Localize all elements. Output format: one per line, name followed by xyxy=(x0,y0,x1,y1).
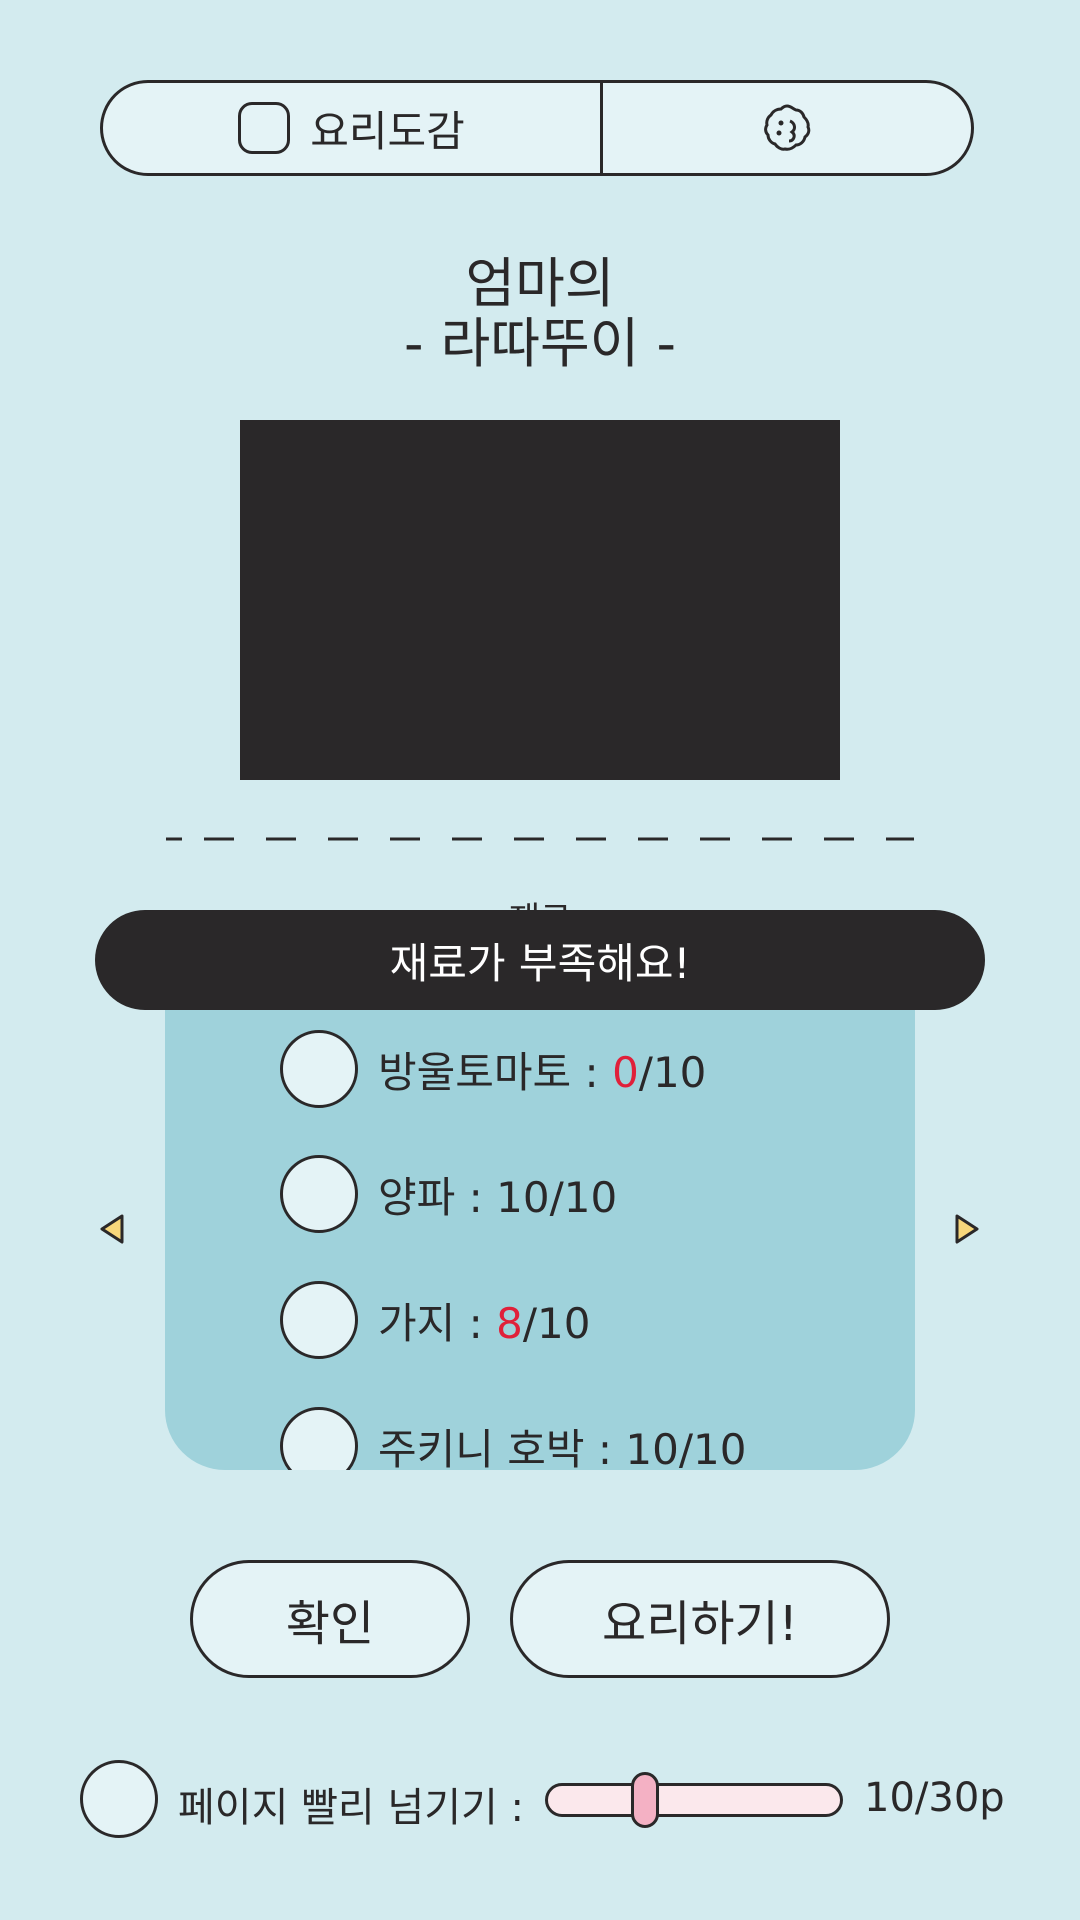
ingredient-have: 0 xyxy=(612,1047,639,1097)
page-slider-thumb[interactable] xyxy=(631,1772,660,1828)
ingredient-label: 방울토마토 : 0/10 xyxy=(378,1047,707,1097)
cookie-icon xyxy=(764,104,811,151)
page-slider[interactable] xyxy=(545,1772,843,1828)
book-icon xyxy=(238,102,291,154)
next-page-arrow-icon[interactable] xyxy=(953,1212,981,1246)
tab-cookbook[interactable]: 요리도감 xyxy=(103,83,600,173)
insufficient-ingredients-toast: 재료가 부족해요! xyxy=(95,910,985,1010)
ingredient-row: 양파 : 10/10 xyxy=(280,1154,617,1234)
ingredients-panel[interactable]: 방울토마토 : 0/10 양파 : 10/10 가지 : 8/10 주키니 호박… xyxy=(165,958,915,1470)
recipe-title-owner: 엄마의 xyxy=(465,252,615,315)
fast-page-label: 페이지 빨리 넘기기 : xyxy=(178,1785,525,1831)
ingredient-label: 가지 : 8/10 xyxy=(378,1298,591,1348)
ingredient-checkbox[interactable] xyxy=(280,1407,358,1470)
fast-page-toggle[interactable] xyxy=(80,1760,158,1838)
confirm-button[interactable]: 확인 xyxy=(190,1560,470,1678)
ingredient-have: 10 xyxy=(496,1172,550,1222)
ingredient-row: 주키니 호박 : 10/10 xyxy=(280,1406,746,1470)
page-indicator: 10/30p xyxy=(864,1775,1005,1821)
ingredient-row: 가지 : 8/10 xyxy=(280,1280,590,1360)
ingredient-checkbox[interactable] xyxy=(280,1030,358,1108)
ingredient-checkbox[interactable] xyxy=(280,1155,358,1233)
tab-secondary[interactable] xyxy=(600,83,971,173)
prev-page-arrow-icon[interactable] xyxy=(98,1212,126,1246)
ingredient-label: 주키니 호박 : 10/10 xyxy=(378,1416,746,1471)
ingredient-checkbox[interactable] xyxy=(280,1281,358,1359)
top-tab-bar: 요리도감 xyxy=(100,80,974,176)
ingredient-label: 양파 : 10/10 xyxy=(378,1172,618,1222)
recipe-title-name: - 라따뚜이 - xyxy=(403,312,677,375)
ingredient-row: 방울토마토 : 0/10 xyxy=(280,1029,706,1109)
ingredient-have: 8 xyxy=(496,1298,523,1348)
recipe-image xyxy=(240,420,840,780)
ingredient-have: 10 xyxy=(625,1424,679,1471)
dashed-divider xyxy=(166,837,914,841)
cook-button[interactable]: 요리하기! xyxy=(510,1560,890,1678)
tab-cookbook-label: 요리도감 xyxy=(310,106,465,156)
